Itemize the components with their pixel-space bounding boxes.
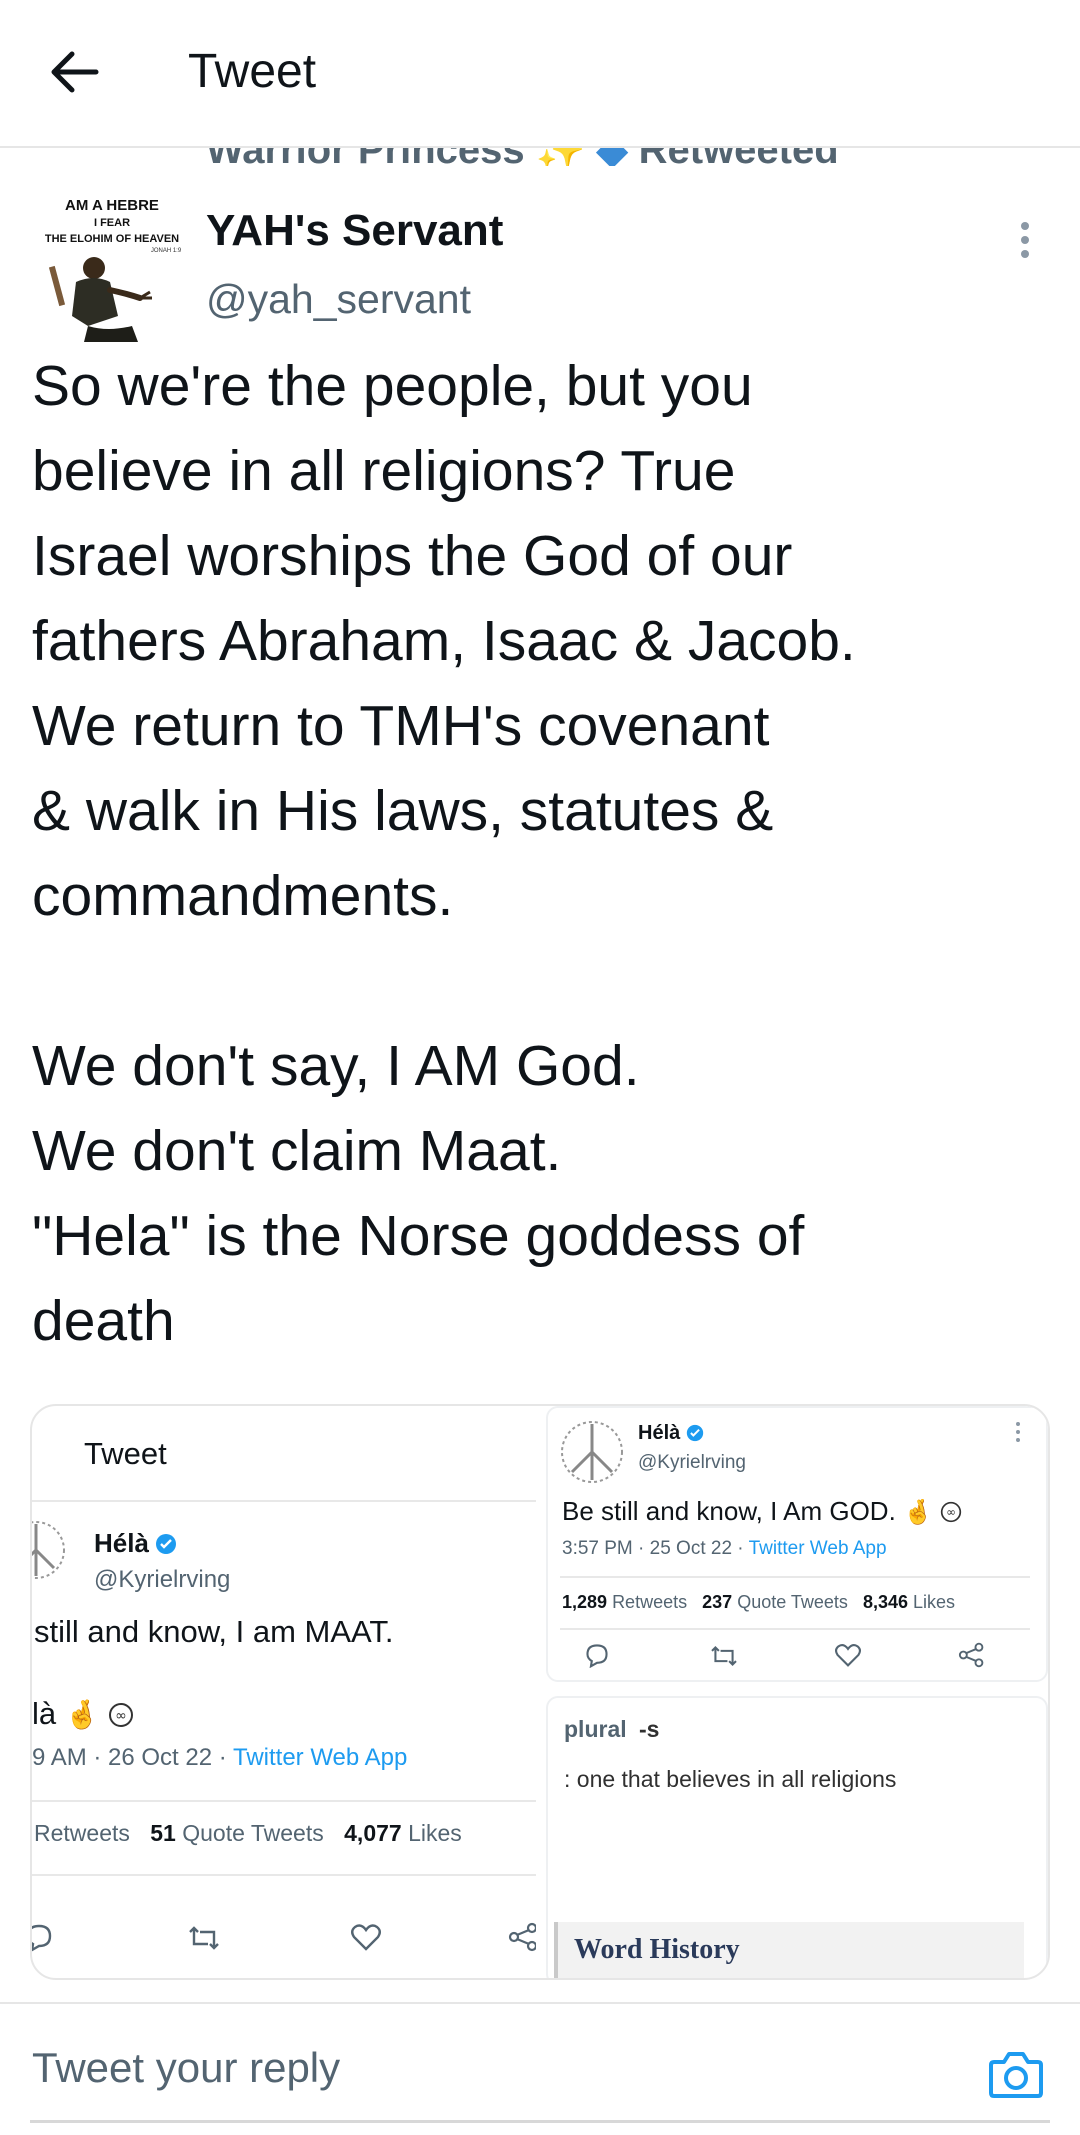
left-shot-share-icon	[508, 1922, 536, 1952]
right-shot-divider-2	[560, 1628, 1030, 1630]
left-shot-reply-icon	[32, 1924, 52, 1952]
right-shot-retweets-label: Retweets	[612, 1592, 688, 1612]
media-image-left[interactable]: Tweet Hélà @Kyrielrving still and know, …	[32, 1406, 536, 1978]
media-image-right[interactable]: Hélà @Kyrielrving Be still and know, I A…	[542, 1406, 1048, 1978]
left-shot-likes-count: 4,077	[344, 1820, 402, 1846]
camera-icon[interactable]	[988, 2048, 1044, 2100]
svg-text:∞: ∞	[946, 1505, 956, 1519]
right-shot-handle: @Kyrielrving	[638, 1452, 746, 1473]
left-shot-sign: là	[32, 1696, 57, 1731]
left-shot-likes-label: Likes	[408, 1820, 462, 1846]
right-shot-quote-count: 237	[702, 1592, 733, 1612]
verified-badge-icon	[155, 1534, 176, 1554]
avatar-image: AM A HEBRE I FEAR THE ELOHIM OF HEAVEN J…	[28, 186, 196, 346]
word-history-label: Word History	[574, 1934, 740, 1965]
tweet-text: So we're the people, but you believe in …	[32, 354, 856, 1353]
right-shot-reply-icon	[586, 1644, 608, 1668]
right-shot-text: Be still and know, I Am GOD.	[562, 1496, 896, 1526]
reply-underline	[30, 2120, 1050, 2123]
dictionary-definition: : one that believes in all religions	[564, 1766, 897, 1792]
right-shot-retweets-count: 1,289	[562, 1592, 608, 1612]
reply-input[interactable]: Tweet your reply	[32, 2044, 340, 2092]
left-shot-text: still and know, I am MAAT.	[34, 1614, 394, 1649]
avatar-text-2: I FEAR	[94, 217, 130, 229]
left-shot-divider-2	[32, 1800, 536, 1802]
right-shot-retweet-icon	[711, 1645, 737, 1667]
reply-bar: Tweet your reply	[0, 2002, 1080, 2135]
left-shot-handle: @Kyrielrving	[94, 1566, 231, 1593]
left-shot-header-title: Tweet	[84, 1436, 167, 1471]
right-shot-name: Hélà	[638, 1422, 681, 1444]
right-shot-quote-label: Quote Tweets	[737, 1592, 848, 1612]
right-shot-divider	[560, 1576, 1030, 1578]
right-shot-like-icon	[835, 1644, 861, 1667]
word-history-section: Word History	[554, 1922, 1024, 1978]
author-name[interactable]: YAH's Servant	[206, 206, 503, 256]
tweet-media-grid[interactable]: Tweet Hélà @Kyrielrving still and know, …	[30, 1404, 1050, 1980]
fingers-crossed-icon: 🤞	[64, 1699, 100, 1730]
dictionary-part-of-speech: plural	[564, 1716, 627, 1742]
left-shot-quote-label: Quote Tweets	[182, 1820, 324, 1846]
infinity-icon: ∞	[941, 1501, 962, 1523]
dictionary-suffix: -s	[639, 1716, 660, 1742]
right-shot-likes-label: Likes	[913, 1592, 956, 1612]
infinity-icon: ∞	[109, 1703, 134, 1727]
right-shot-likes-count: 8,346	[862, 1592, 908, 1612]
left-shot-divider	[32, 1500, 536, 1502]
left-shot-like-icon	[351, 1924, 381, 1951]
avatar-text-1: AM A HEBRE	[65, 197, 159, 214]
page-title: Tweet	[188, 45, 317, 98]
right-shot-source-link: Twitter Web App	[748, 1538, 887, 1559]
right-shot-time: 3:57 PM · 25 Oct 22 ·	[562, 1538, 749, 1559]
right-shot-share-icon	[958, 1642, 984, 1668]
left-shot-name: Hélà	[94, 1528, 149, 1558]
avatar-text-3: THE ELOHIM OF HEAVEN	[45, 233, 179, 245]
fingers-crossed-icon: 🤞	[903, 1499, 933, 1526]
author-avatar[interactable]: AM A HEBRE I FEAR THE ELOHIM OF HEAVEN J…	[28, 186, 196, 346]
author-handle[interactable]: @yah_servant	[206, 276, 471, 323]
avatar-text-4: JONAH 1:9	[151, 248, 182, 254]
more-options-icon[interactable]	[1012, 218, 1038, 262]
left-shot-retweet-icon	[189, 1926, 219, 1950]
right-shot-more-icon	[1016, 1422, 1020, 1442]
back-arrow-icon[interactable]	[46, 44, 102, 100]
left-shot-retweets-label: Retweets	[34, 1820, 130, 1846]
left-shot-avatar	[32, 1521, 65, 1579]
top-bar: Tweet	[0, 0, 1080, 148]
left-shot-time: 9 AM · 26 Oct 22 ·	[32, 1744, 233, 1771]
right-shot-avatar	[561, 1421, 623, 1483]
left-shot-source-link: Twitter Web App	[232, 1744, 408, 1771]
left-shot-quote-count: 51	[150, 1820, 176, 1846]
left-shot-divider-3	[32, 1874, 536, 1876]
svg-text:∞: ∞	[115, 1708, 127, 1724]
verified-badge-icon	[687, 1424, 704, 1442]
